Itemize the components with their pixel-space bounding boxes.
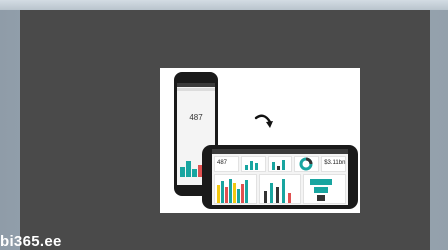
video-panel[interactable]: 487 487 $3.11bn xyxy=(20,10,430,250)
phone-landscape: 487 $3.11bn xyxy=(202,145,358,209)
kpi-tiles: 487 $3.11bn xyxy=(212,154,348,172)
rotate-arrow-icon xyxy=(254,114,273,128)
watermark: bi365.ee xyxy=(0,233,62,250)
value-tile-text: $3.11bn xyxy=(324,160,346,166)
area-chart xyxy=(214,174,257,204)
donut-tile xyxy=(294,156,320,172)
bar-tile xyxy=(267,156,293,172)
kpi-tile: 487 xyxy=(214,156,239,172)
funnel-chart xyxy=(303,174,347,204)
kpi-tile-value: 487 xyxy=(217,160,228,166)
preview-card: 487 487 $3.11bn xyxy=(160,68,360,213)
bar-tile xyxy=(240,156,266,172)
value-tile: $3.11bn xyxy=(321,156,346,172)
kpi-value: 487 xyxy=(189,113,203,122)
dashboard-charts xyxy=(212,172,348,205)
bar-chart xyxy=(258,174,302,204)
phone-landscape-screen: 487 $3.11bn xyxy=(212,149,348,205)
app-subheader xyxy=(177,88,215,91)
top-strip xyxy=(0,0,448,10)
app-header-bar xyxy=(177,83,215,87)
